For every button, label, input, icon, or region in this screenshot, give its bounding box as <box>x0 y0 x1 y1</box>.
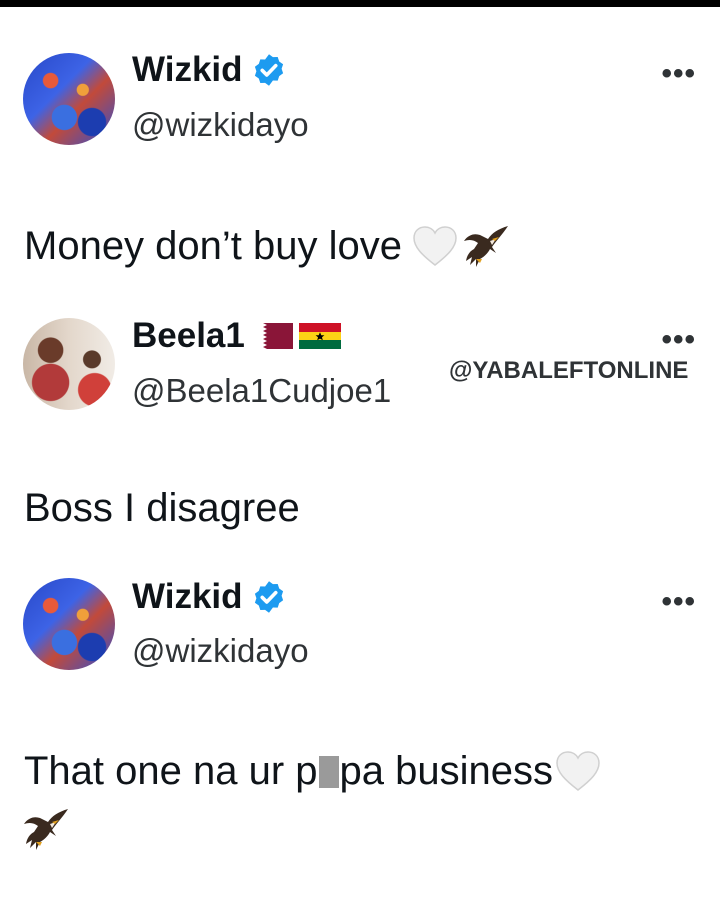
more-options-button[interactable]: ••• <box>661 325 696 355</box>
user-handle[interactable]: @wizkidayo <box>132 106 309 144</box>
user-handle[interactable]: @Beela1Cudjoe1 <box>132 372 391 410</box>
qatar-flag-icon <box>250 323 293 349</box>
top-bar <box>0 0 720 7</box>
display-name[interactable]: Beela1 <box>132 316 341 356</box>
avatar[interactable] <box>23 578 115 670</box>
more-options-button[interactable]: ••• <box>661 587 696 617</box>
user-handle[interactable]: @wizkidayo <box>132 632 309 670</box>
ghana-flag-icon <box>298 323 341 349</box>
avatar[interactable] <box>23 318 115 410</box>
eagle-icon <box>24 809 68 850</box>
censor-block <box>318 756 339 788</box>
eagle-icon <box>464 226 509 267</box>
tweet-text: Money don’t buy love <box>24 222 510 270</box>
white-heart-icon <box>556 751 600 791</box>
display-name[interactable]: Wizkid <box>132 50 287 90</box>
watermark: @YABALEFTONLINE <box>449 357 689 384</box>
tweet-text: That one na ur p pa business <box>24 747 601 795</box>
white-heart-icon <box>413 226 457 266</box>
verified-badge-icon <box>254 581 283 613</box>
display-name[interactable]: Wizkid <box>132 577 287 617</box>
verified-badge-icon <box>254 54 283 86</box>
tweet-text: Boss I disagree <box>24 486 300 530</box>
avatar[interactable] <box>23 53 115 145</box>
more-options-button[interactable]: ••• <box>661 59 696 89</box>
